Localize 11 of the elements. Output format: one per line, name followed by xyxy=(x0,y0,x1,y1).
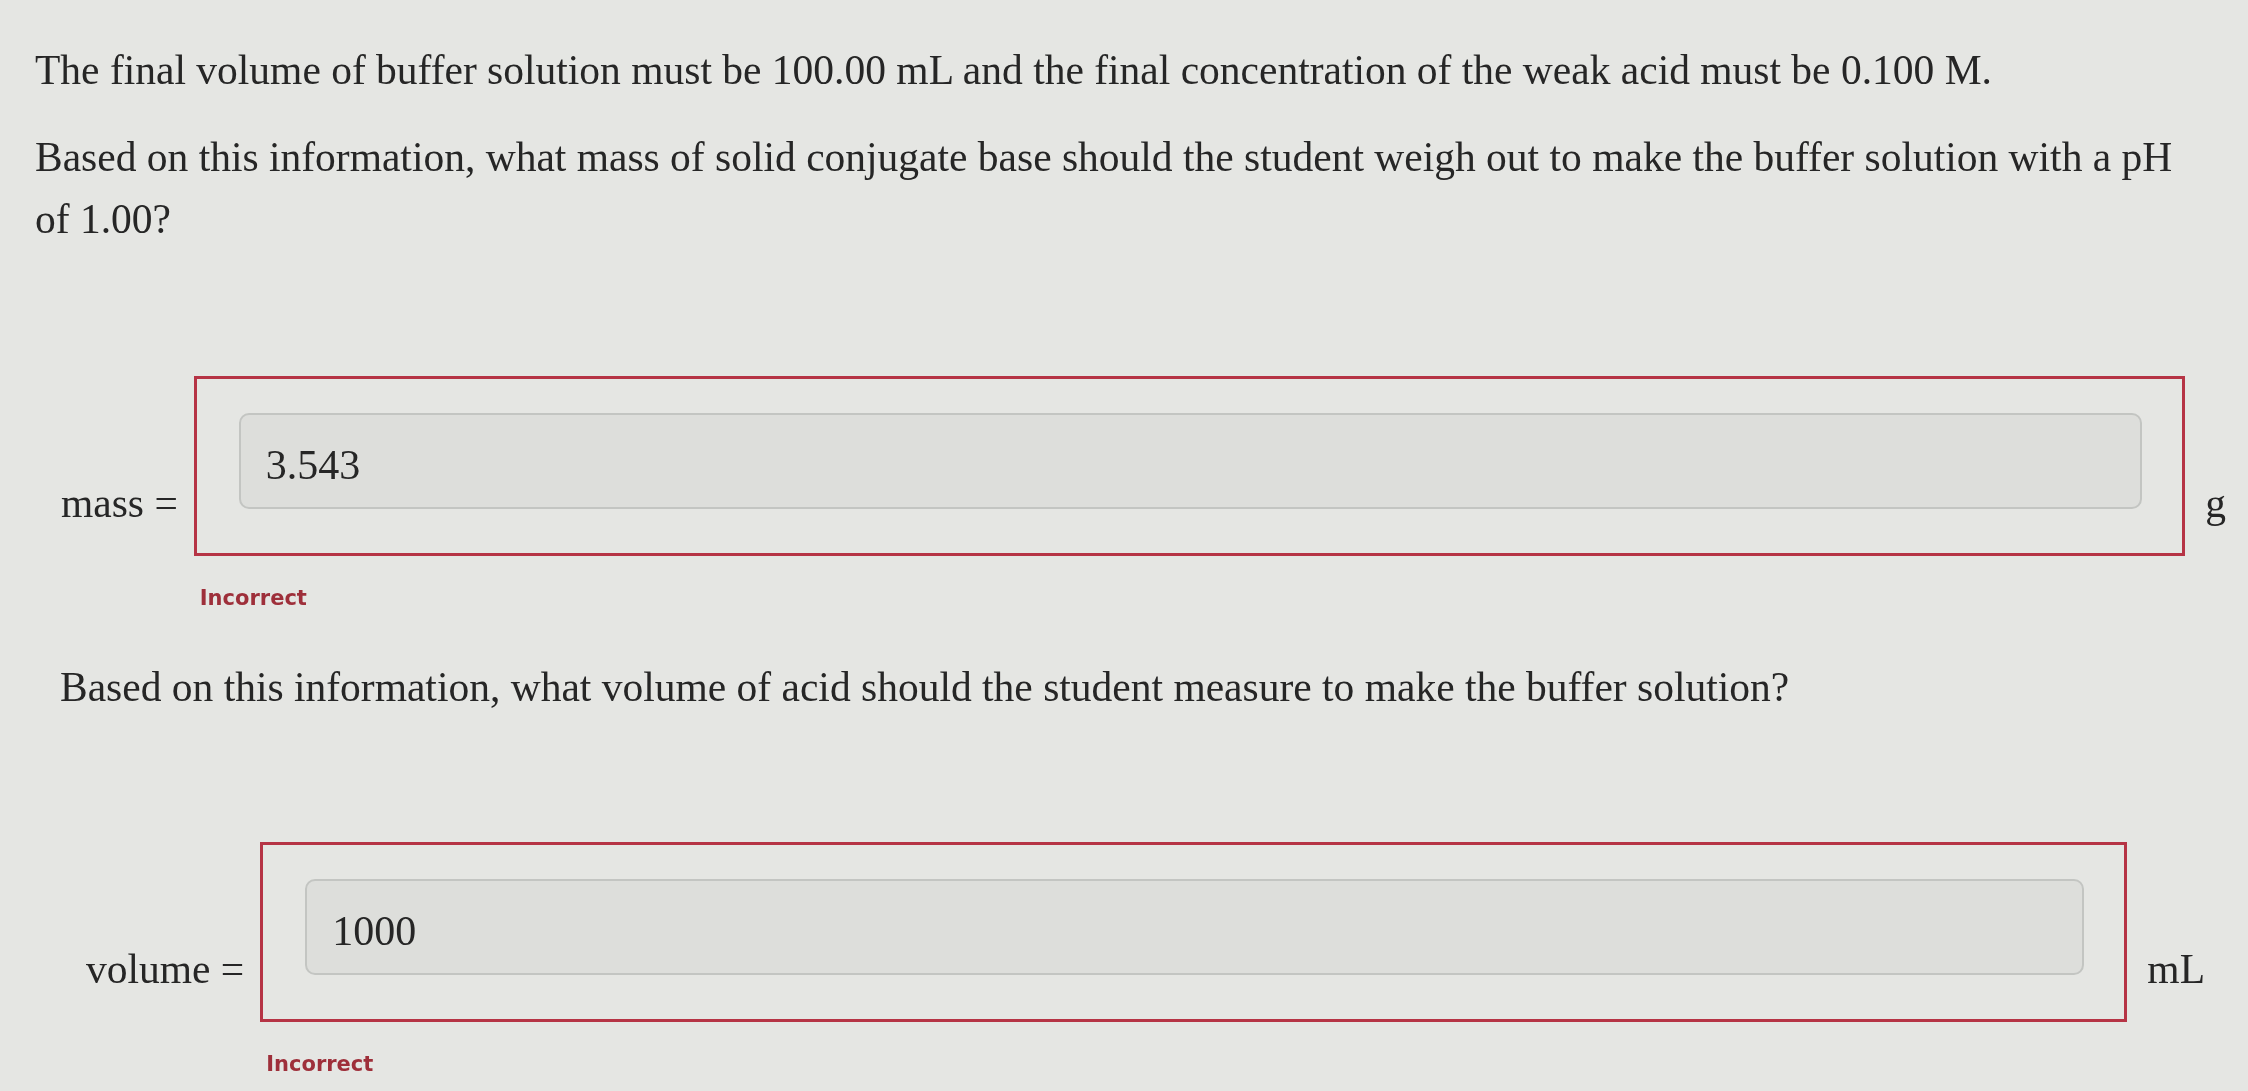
question-text: Based on this information, what volume of acid should the student measure to make the buffer solution? xyxy=(60,663,1791,712)
feedback-text: Incorrect xyxy=(199,585,307,612)
feedback-text: Incorrect xyxy=(266,1051,374,1078)
answer-field[interactable]: 1000 xyxy=(305,879,2085,975)
answer-label: volume = xyxy=(86,946,245,992)
answer-label: mass = xyxy=(61,480,178,526)
question-text: Based on this information, what mass of solid conjugate base should the student weigh out to make the buffer solution with a pH of 1.00? xyxy=(35,133,2174,244)
intro-text: The final volume of buffer solution must be 100.00 mL and the final concentration of the weak acid must be 0.100 M. xyxy=(35,46,1993,95)
unit-label: mL xyxy=(2147,946,2205,992)
answer-field[interactable]: 3.543 xyxy=(238,413,2143,509)
unit-label: g xyxy=(2205,480,2226,526)
